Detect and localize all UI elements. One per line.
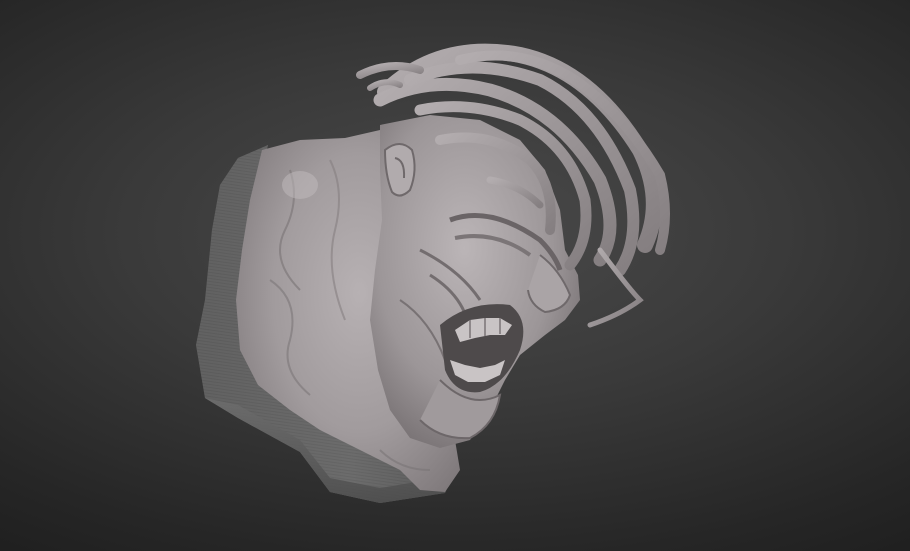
3d-viewport[interactable]: [0, 0, 910, 551]
sculpted-head-bust-model[interactable]: [0, 0, 910, 551]
bust-face: [370, 115, 580, 448]
